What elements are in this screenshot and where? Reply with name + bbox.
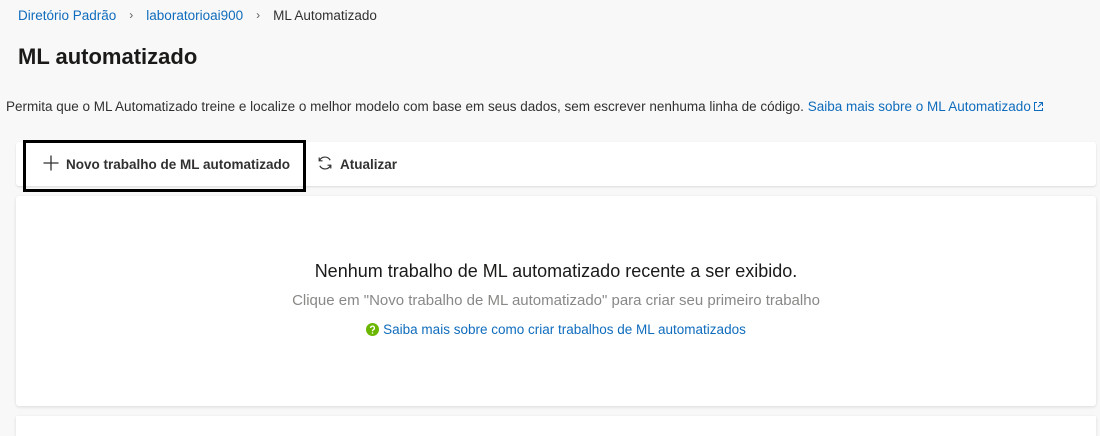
- refresh-button[interactable]: Atualizar: [316, 142, 397, 186]
- breadcrumb-item-directory[interactable]: Diretório Padrão: [18, 8, 116, 23]
- empty-state-title: Nenhum trabalho de ML automatizado recen…: [314, 261, 798, 281]
- command-bar: Novo trabalho de ML automatizado Atualiz…: [16, 142, 1096, 186]
- empty-state-subtitle: Clique em "Novo trabalho de ML automatiz…: [292, 292, 820, 309]
- help-link[interactable]: Saiba mais sobre como criar trabalhos de…: [383, 322, 746, 337]
- page-title: ML automatizado: [18, 44, 198, 69]
- learn-more-link[interactable]: Saiba mais sobre o ML Automatizado: [808, 99, 1044, 114]
- empty-state-help: Saiba mais sobre como criar trabalhos de…: [16, 322, 1096, 337]
- chevron-right-icon: ›: [129, 8, 134, 22]
- empty-state-card: Nenhum trabalho de ML automatizado recen…: [16, 196, 1096, 406]
- plus-icon: [42, 154, 66, 175]
- page-description: Permita que o ML Automatizado treine e l…: [6, 99, 1044, 115]
- external-link-icon: [1033, 100, 1044, 115]
- breadcrumb-item-workspace[interactable]: laboratorioai900: [146, 8, 243, 23]
- new-automl-job-button[interactable]: Novo trabalho de ML automatizado: [42, 142, 290, 186]
- description-text: Permita que o ML Automatizado treine e l…: [6, 99, 804, 114]
- breadcrumb: Diretório Padrão › laboratorioai900 › ML…: [18, 6, 377, 24]
- refresh-icon: [316, 154, 340, 175]
- chevron-right-icon: ›: [256, 8, 261, 22]
- refresh-label: Atualizar: [340, 156, 398, 172]
- help-circle-icon: [366, 323, 380, 336]
- breadcrumb-current: ML Automatizado: [273, 7, 377, 23]
- next-section-card: [16, 416, 1096, 436]
- new-job-label: Novo trabalho de ML automatizado: [66, 156, 291, 172]
